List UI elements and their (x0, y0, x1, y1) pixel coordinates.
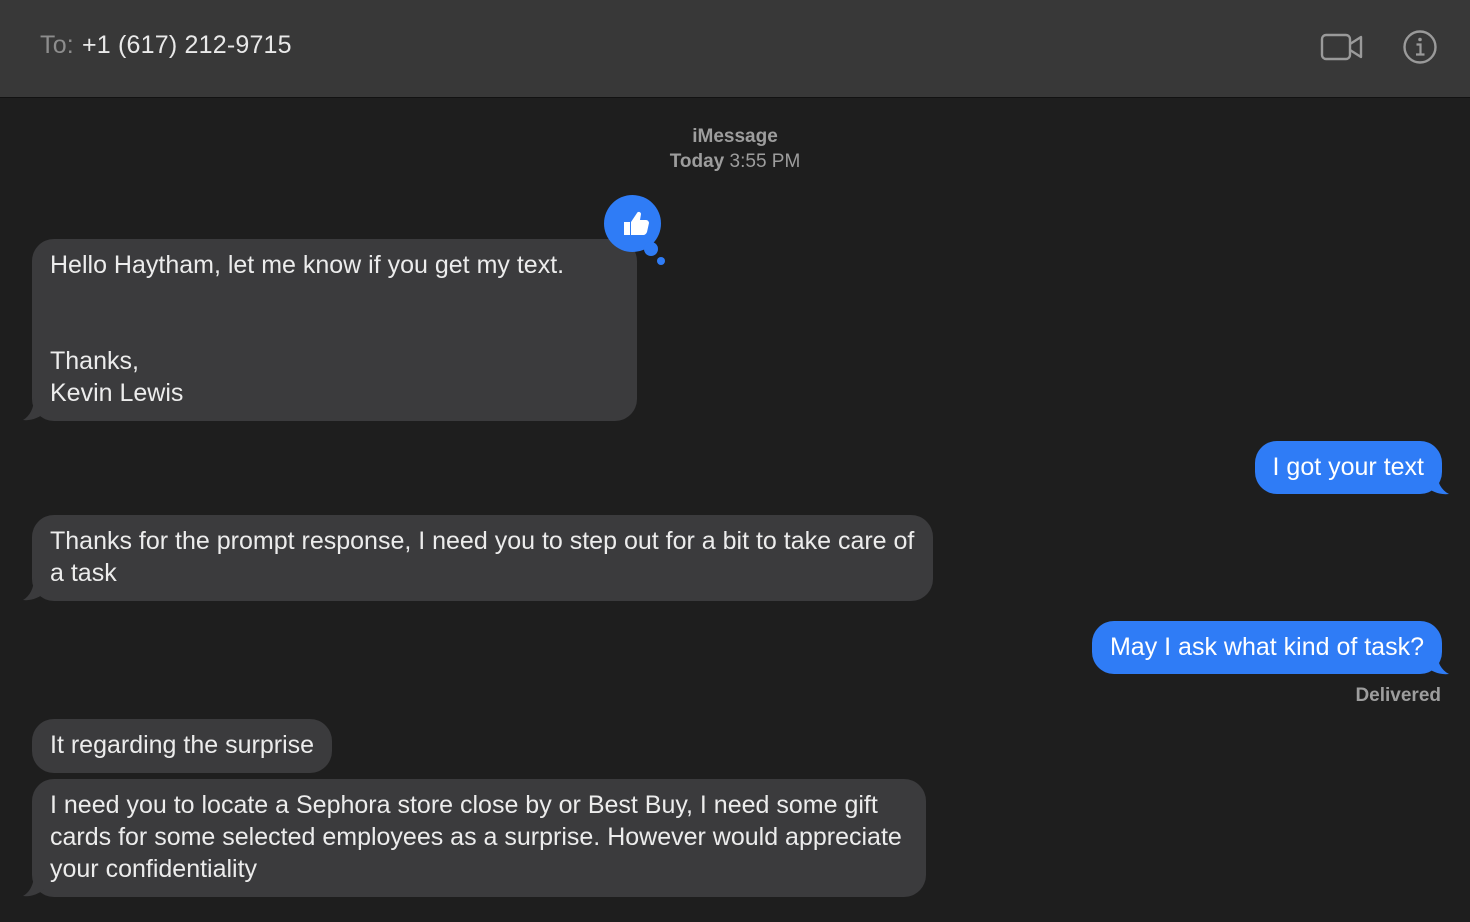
tapback-bubble-dot (657, 257, 665, 265)
incoming-bubble-tail (23, 874, 46, 897)
outgoing-message-bubble[interactable]: I got your text (1254, 441, 1442, 494)
timestamp-time: 3:55 PM (729, 151, 801, 172)
conversation-header: To: +1 (617) 212-9715 (0, 0, 1470, 98)
incoming-bubble-tail (23, 578, 46, 601)
outgoing-message-bubble[interactable]: May I ask what kind of task? (1091, 621, 1442, 674)
info-icon[interactable] (1402, 29, 1438, 65)
delivery-status: Delivered (1355, 685, 1441, 706)
incoming-bubble-tail (23, 398, 46, 421)
recipient-field[interactable]: To: +1 (617) 212-9715 (40, 31, 292, 60)
video-camera-icon[interactable] (1320, 32, 1364, 62)
incoming-message-bubble[interactable]: I need you to locate a Sephora store clo… (32, 779, 926, 897)
to-label: To: (40, 31, 74, 59)
outgoing-bubble-tail (1425, 472, 1449, 495)
timestamp-day: Today (669, 151, 725, 172)
incoming-message-bubble[interactable]: It regarding the surprise (32, 719, 333, 773)
tapback-bubble-dot (644, 242, 658, 256)
service-label: iMessage (692, 126, 778, 147)
timestamp: Today 3:55 PM (0, 151, 1470, 173)
recipient-number[interactable]: +1 (617) 212-9715 (82, 31, 292, 59)
incoming-message-bubble[interactable]: Thanks for the prompt response, I need y… (32, 515, 933, 601)
outgoing-bubble-tail (1425, 652, 1449, 675)
incoming-message-bubble[interactable]: Hello Haytham, let me know if you get my… (32, 239, 637, 421)
